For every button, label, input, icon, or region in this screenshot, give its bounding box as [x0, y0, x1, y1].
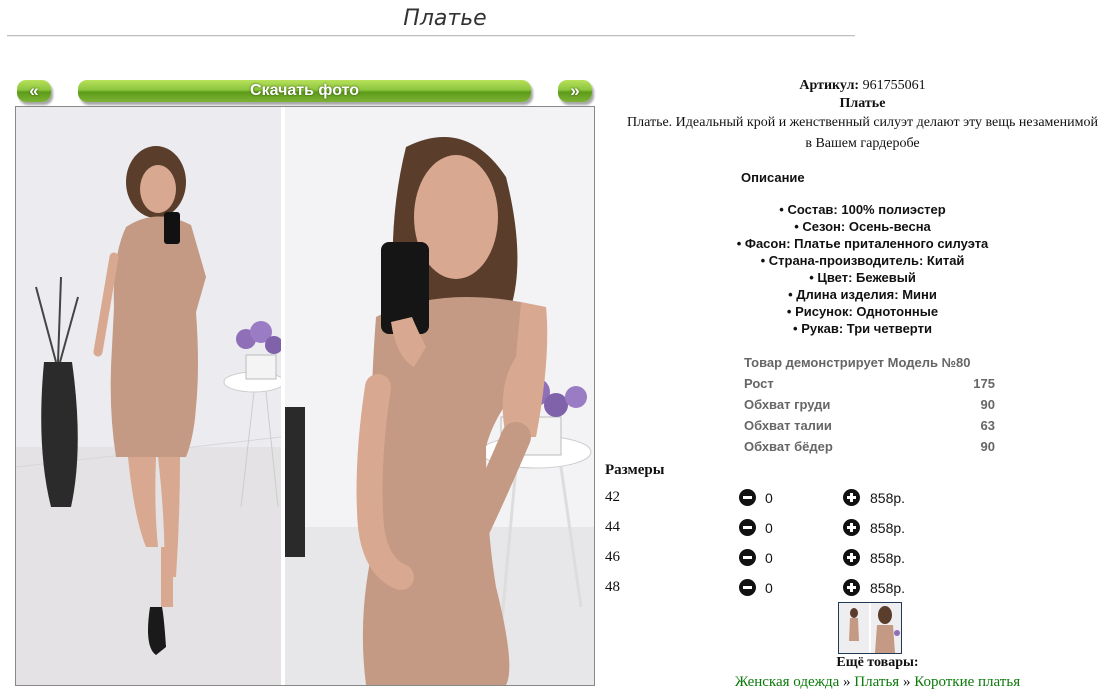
size-label: 42	[605, 489, 620, 505]
quantity-value: 0	[765, 580, 773, 596]
model-row-value: 175	[973, 376, 995, 391]
product-photo[interactable]	[15, 106, 595, 686]
breadcrumb-separator: »	[843, 674, 851, 690]
breadcrumb-link-short-dresses[interactable]: Короткие платья	[914, 674, 1020, 690]
model-row-value: 90	[980, 397, 995, 412]
size-label: 44	[605, 519, 620, 535]
product-photo-image	[16, 107, 594, 685]
increase-qty-icon[interactable]	[843, 519, 860, 536]
increase-qty-icon[interactable]	[843, 579, 860, 596]
article-value: 961755061	[862, 78, 926, 93]
decrease-qty-icon[interactable]	[739, 549, 756, 566]
model-row-value: 90	[980, 439, 995, 454]
increase-qty-icon[interactable]	[843, 549, 860, 566]
model-row-label: Товар демонстрирует Модель №80	[744, 355, 971, 370]
increase-qty-icon[interactable]	[843, 489, 860, 506]
size-price: 858р.	[870, 580, 906, 596]
feature-list: Состав: 100% полиэстер Сезон: Осень-весн…	[605, 201, 1120, 337]
breadcrumb-separator: »	[902, 674, 911, 690]
model-row: Обхват груди 90	[744, 394, 995, 415]
more-products-heading: Ещё товары:	[836, 655, 919, 670]
feature-item: Рукав: Три четверти	[605, 320, 1120, 337]
model-measurements: Товар демонстрирует Модель №80 Рост 175 О…	[744, 352, 995, 457]
size-label: 48	[605, 579, 620, 595]
photo-thumbnail[interactable]	[838, 602, 902, 654]
decrease-qty-icon[interactable]	[739, 519, 756, 536]
model-row-label: Рост	[744, 376, 774, 391]
feature-item: Сезон: Осень-весна	[605, 218, 1120, 235]
feature-item: Страна-производитель: Китай	[605, 252, 1120, 269]
feature-item: Цвет: Бежевый	[605, 269, 1120, 286]
quantity-value: 0	[765, 520, 773, 536]
model-row: Рост 175	[744, 373, 995, 394]
product-lead: Платье. Идеальный крой и женственный сил…	[627, 115, 1098, 151]
size-row: 42 0 858р.	[605, 487, 1005, 509]
model-row-label: Обхват груди	[744, 397, 831, 412]
feature-item: Состав: 100% полиэстер	[605, 201, 1120, 218]
model-row-label: Обхват талии	[744, 418, 832, 433]
quantity-value: 0	[765, 550, 773, 566]
article-line: Артикул: 961755061	[605, 76, 1120, 96]
next-photo-button[interactable]: »	[558, 80, 592, 102]
photo-thumbnail-image	[839, 603, 901, 653]
model-row-label: Обхват бёдер	[744, 439, 833, 454]
size-price: 858р.	[870, 520, 906, 536]
feature-item: Фасон: Платье приталенного силуэта	[605, 235, 1120, 252]
breadcrumb-link-womens[interactable]: Женская одежда	[735, 674, 839, 690]
size-row: 46 0 858р.	[605, 547, 1005, 569]
model-row-value: 63	[980, 418, 995, 433]
model-row: Товар демонстрирует Модель №80	[744, 352, 995, 373]
sizes-heading: Размеры	[605, 462, 665, 478]
quantity-value: 0	[765, 490, 773, 506]
title-divider	[7, 35, 855, 37]
product-name: Платье	[839, 96, 886, 111]
page-title: Платье	[403, 6, 487, 31]
breadcrumb-link-dresses[interactable]: Платья	[854, 674, 899, 690]
model-row: Обхват талии 63	[744, 415, 995, 436]
decrease-qty-icon[interactable]	[739, 579, 756, 596]
download-photo-button[interactable]: Скачать фото	[78, 80, 531, 102]
size-row: 48 0 858р.	[605, 577, 1005, 599]
article-label: Артикул:	[799, 78, 860, 93]
decrease-qty-icon[interactable]	[739, 489, 756, 506]
size-price: 858р.	[870, 550, 906, 566]
feature-item: Рисунок: Однотонные	[605, 303, 1120, 320]
prev-photo-button[interactable]: «	[17, 80, 51, 102]
model-row: Обхват бёдер 90	[744, 436, 995, 457]
size-price: 858р.	[870, 490, 906, 506]
breadcrumb: Женская одежда » Платья » Короткие плать…	[605, 674, 1120, 691]
description-heading: Описание	[741, 170, 805, 185]
size-label: 46	[605, 549, 620, 565]
feature-item: Длина изделия: Мини	[605, 286, 1120, 303]
size-row: 44 0 858р.	[605, 517, 1005, 539]
